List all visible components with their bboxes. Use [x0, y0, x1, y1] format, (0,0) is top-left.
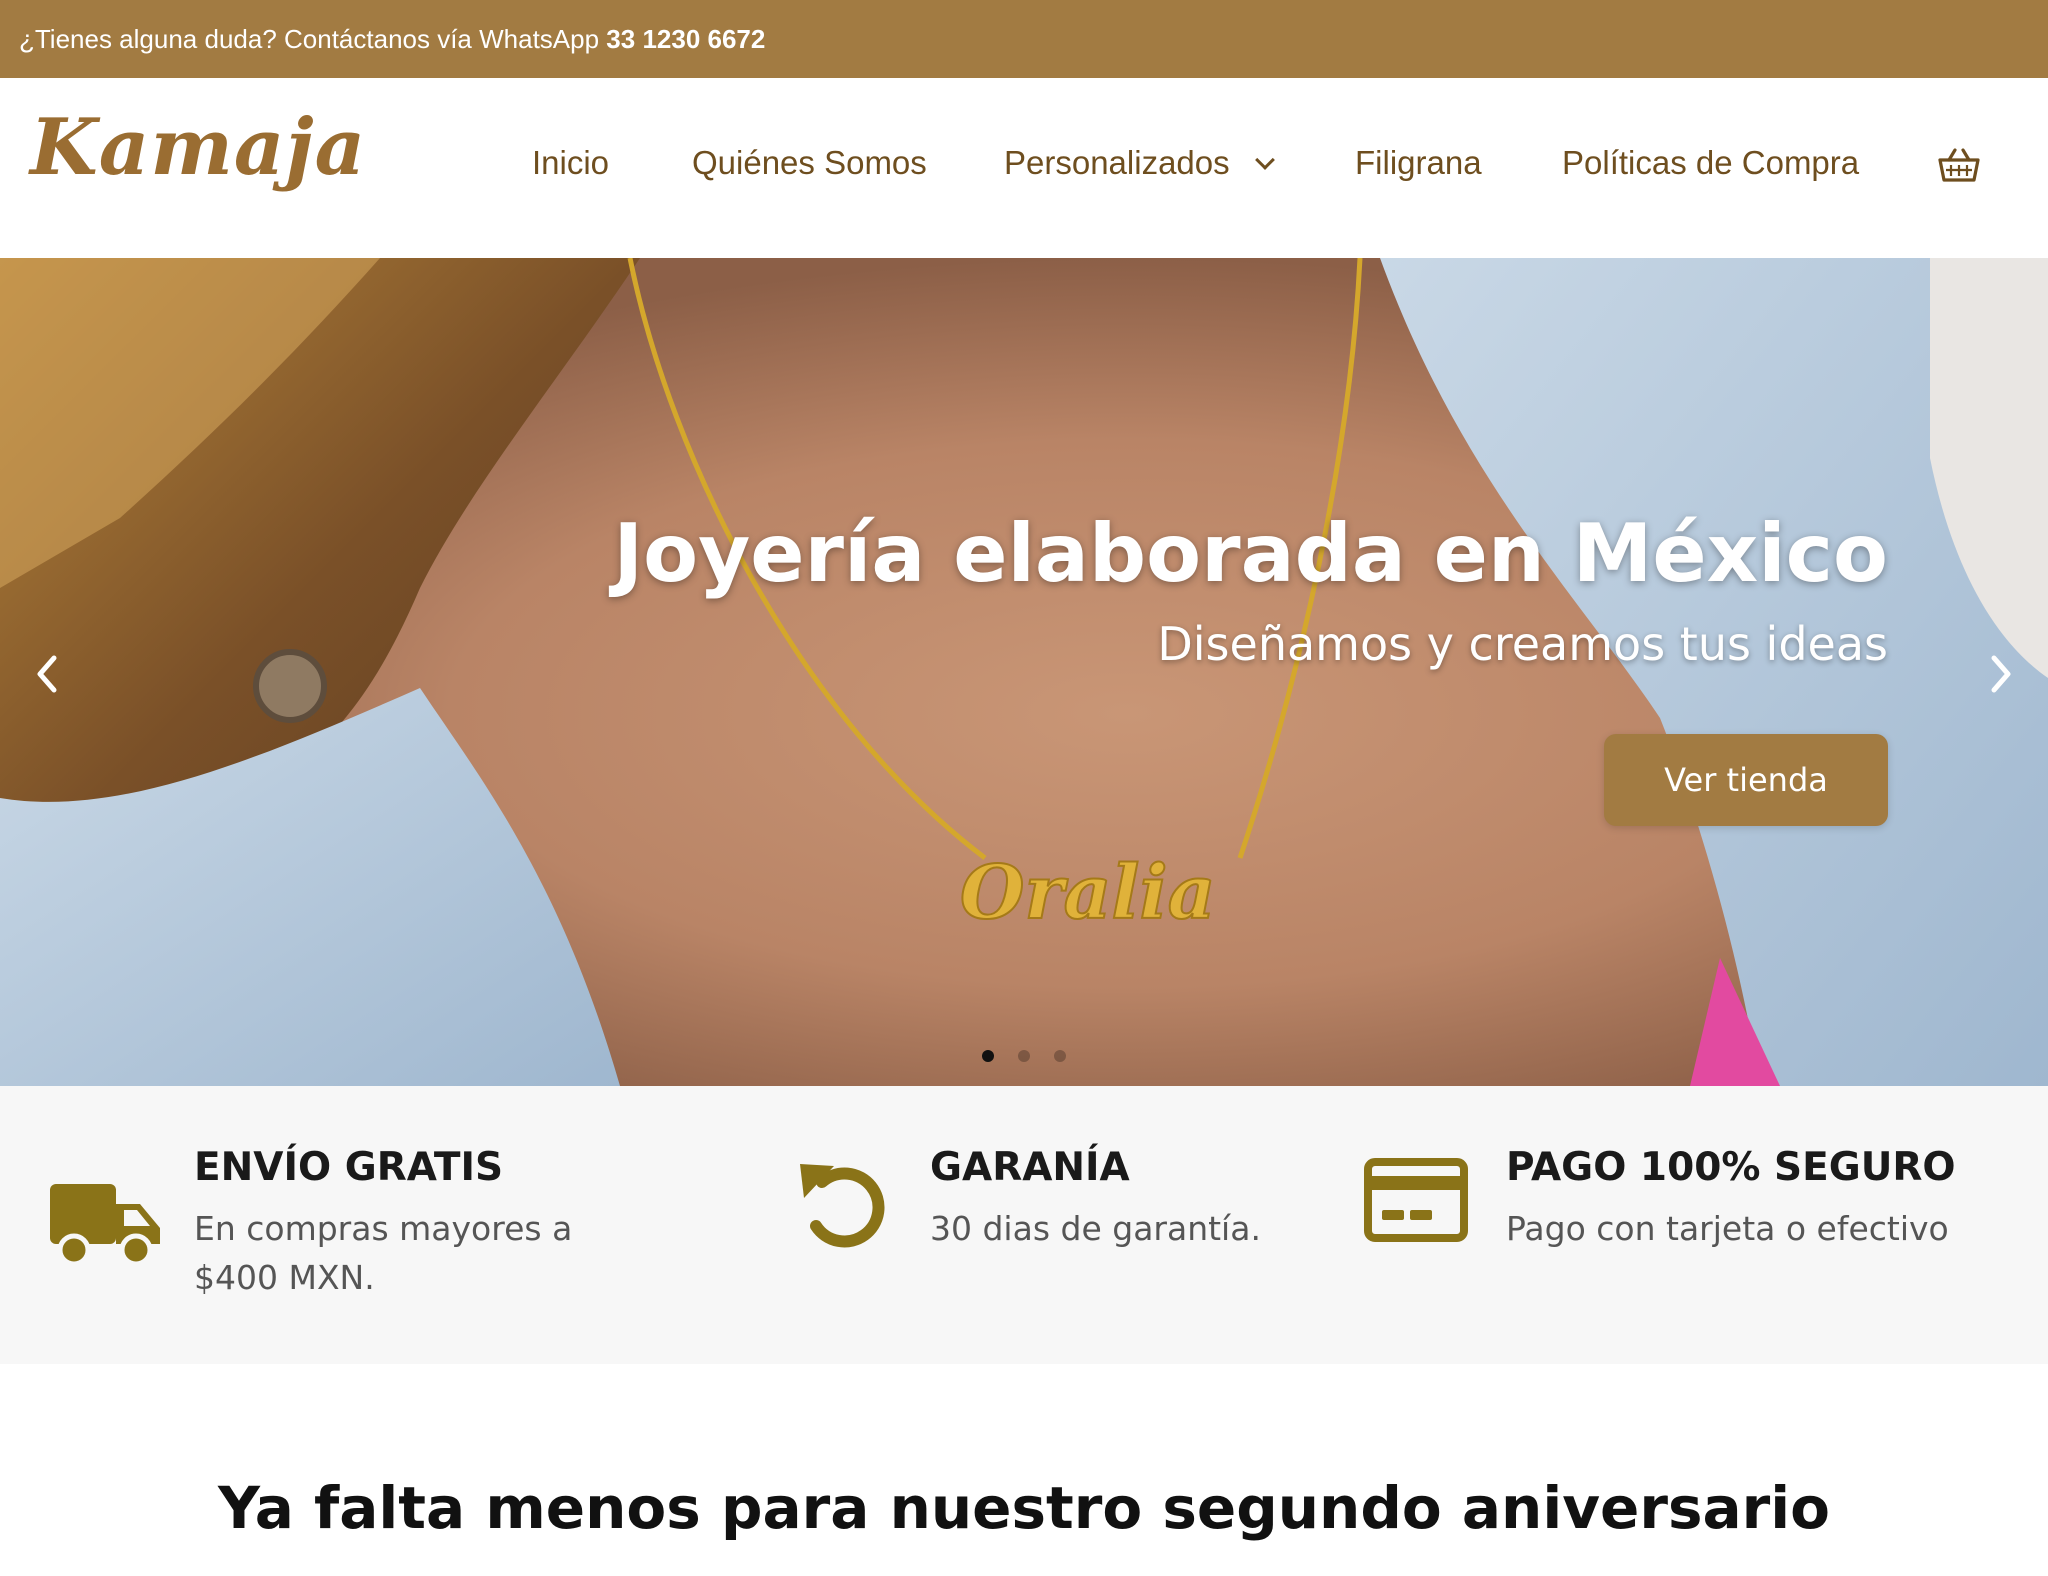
nav-item-filigrana[interactable]: Filigrana	[1355, 138, 1482, 188]
basket-icon[interactable]	[1938, 147, 1980, 183]
top-announcement-bar: ¿Tienes alguna duda? Contáctanos vía Wha…	[0, 0, 2048, 78]
whatsapp-phone-link[interactable]: 33 1230 6672	[606, 24, 765, 54]
slider-dot-1[interactable]	[982, 1050, 994, 1062]
site-header: Kamaja Inicio Quiénes Somos Personalizad…	[0, 78, 2048, 258]
nav-item-quienes-somos[interactable]: Quiénes Somos	[692, 138, 927, 188]
hero-slider: Oralia Joyería elaborada en México Diseñ…	[0, 258, 2048, 1086]
slider-dots	[980, 1050, 1066, 1064]
anniversary-section-title: Ya falta menos para nuestro segundo aniv…	[218, 1474, 1830, 1542]
pendant-name-text: Oralia	[960, 850, 1216, 936]
feature-text-pago: Pago con tarjeta o efectivo	[1506, 1209, 1949, 1248]
feature-title-pago: PAGO 100% SEGURO	[1506, 1145, 1956, 1190]
truck-icon	[50, 1184, 160, 1267]
slider-dot-3[interactable]	[1054, 1050, 1066, 1062]
feature-text-envio: En compras mayores a $400 MXN.	[194, 1209, 573, 1297]
feature-title-envio: ENVÍO GRATIS	[194, 1145, 504, 1190]
slider-prev-arrow-icon[interactable]	[30, 650, 64, 698]
whatsapp-contact-message: ¿Tienes alguna duda? Contáctanos vía Wha…	[19, 22, 765, 56]
feature-title-garantia: GARANÍA	[930, 1145, 1130, 1190]
hero-subtitle: Diseñamos y creamos tus ideas	[1157, 617, 1888, 671]
undo-icon	[800, 1164, 885, 1248]
features-strip: ENVÍO GRATIS En compras mayores a $400 M…	[0, 1086, 2048, 1364]
nav-item-personalizados[interactable]: Personalizados	[1004, 138, 1275, 188]
main-navigation: Inicio Quiénes Somos Personalizados Fili…	[0, 138, 2048, 188]
feature-text-garantia: 30 dias de garantía.	[930, 1209, 1261, 1248]
credit-card-icon	[1364, 1158, 1468, 1242]
hero-title: Joyería elaborada en México	[613, 507, 1888, 600]
chevron-down-icon	[1254, 150, 1275, 170]
nav-item-politicas-de-compra[interactable]: Políticas de Compra	[1562, 138, 1859, 188]
ver-tienda-button[interactable]: Ver tienda	[1604, 734, 1888, 826]
nav-item-personalizados-label: Personalizados	[1004, 144, 1230, 181]
contact-text: ¿Tienes alguna duda? Contáctanos vía Wha…	[19, 24, 607, 54]
slider-next-arrow-icon[interactable]	[1984, 650, 2018, 698]
nav-item-inicio[interactable]: Inicio	[532, 138, 609, 188]
slider-dot-2[interactable]	[1018, 1050, 1030, 1062]
